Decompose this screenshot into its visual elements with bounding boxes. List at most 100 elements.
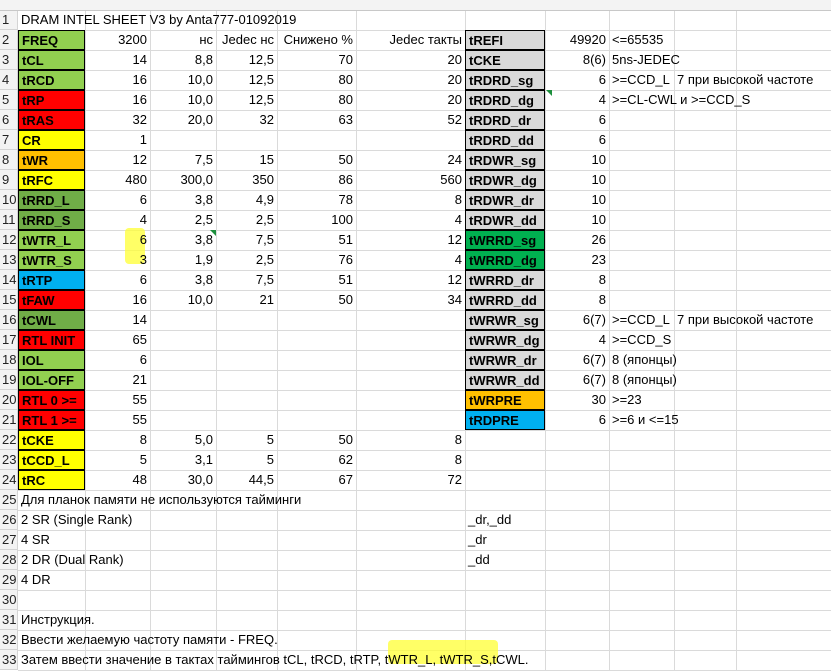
timing-label-cell[interactable]: tRDWR_dr [465, 190, 545, 210]
value-cell[interactable]: 48 [85, 470, 150, 490]
spreadsheet-grid[interactable]: 1 2 3 4 5 6 7 8 9 10 11 12 13 14 15 16 17 18 19 20 21 22 23 24 2… [0, 0, 831, 671]
value-cell[interactable]: 23 [545, 250, 609, 270]
text-cell[interactable]: Инструкция. [18, 610, 98, 630]
value-cell[interactable]: 50 [277, 430, 356, 450]
value-cell[interactable]: 10 [545, 150, 609, 170]
row-header[interactable]: 16 [0, 310, 18, 330]
text-cell[interactable]: _dr [465, 530, 490, 550]
value-cell[interactable]: 480 [85, 170, 150, 190]
value-cell[interactable]: 20 [356, 90, 465, 110]
value-cell[interactable]: 6(7) [545, 370, 609, 390]
value-cell[interactable]: 80 [277, 70, 356, 90]
value-cell[interactable]: 1 [85, 130, 150, 150]
value-cell[interactable]: 32 [85, 110, 150, 130]
value-cell[interactable]: 50 [277, 290, 356, 310]
text-cell[interactable]: 8 (японцы) [609, 370, 680, 390]
text-cell[interactable]: <=65535 [609, 30, 666, 50]
value-cell[interactable]: 6 [85, 230, 150, 250]
timing-label-cell[interactable]: CR [18, 130, 85, 150]
row-header[interactable]: 17 [0, 330, 18, 350]
row-header[interactable]: 23 [0, 450, 18, 470]
value-cell[interactable]: 10,0 [150, 290, 216, 310]
row-header[interactable]: 12 [0, 230, 18, 250]
value-cell[interactable]: 12,5 [216, 90, 277, 110]
text-cell[interactable]: 4 SR [18, 530, 53, 550]
value-cell[interactable]: 5,0 [150, 430, 216, 450]
value-cell[interactable]: 3,8 [150, 270, 216, 290]
timing-label-cell[interactable]: RTL INIT [18, 330, 85, 350]
timing-label-cell[interactable]: tWRWR_dg [465, 330, 545, 350]
text-cell[interactable]: >=CL-CWL и >=CCD_S [609, 90, 753, 110]
text-cell[interactable]: Для планок памяти не используются таймин… [18, 490, 304, 510]
value-cell[interactable]: Jedec нс [216, 30, 277, 50]
value-cell[interactable]: 20,0 [150, 110, 216, 130]
value-cell[interactable]: 8 [356, 430, 465, 450]
value-cell[interactable]: 78 [277, 190, 356, 210]
timing-label-cell[interactable]: RTL 0 >= [18, 390, 85, 410]
value-cell[interactable]: 15 [216, 150, 277, 170]
timing-label-cell[interactable]: tRDWR_sg [465, 150, 545, 170]
value-cell[interactable]: 8 [545, 290, 609, 310]
value-cell[interactable]: 52 [356, 110, 465, 130]
value-cell[interactable]: 7,5 [216, 230, 277, 250]
timing-label-cell[interactable]: tWTR_S [18, 250, 85, 270]
value-cell[interactable]: 3,1 [150, 450, 216, 470]
value-cell[interactable]: 5 [216, 450, 277, 470]
value-cell[interactable]: 63 [277, 110, 356, 130]
value-cell[interactable]: 300,0 [150, 170, 216, 190]
value-cell[interactable]: 70 [277, 50, 356, 70]
value-cell[interactable]: 8 [356, 190, 465, 210]
timing-label-cell[interactable]: tRDWR_dg [465, 170, 545, 190]
value-cell[interactable]: 7,5 [150, 150, 216, 170]
row-header[interactable]: 9 [0, 170, 18, 190]
value-cell[interactable]: 10,0 [150, 70, 216, 90]
row-header[interactable]: 29 [0, 570, 18, 590]
row-header[interactable]: 3 [0, 50, 18, 70]
row-header[interactable]: 33 [0, 650, 18, 670]
value-cell[interactable]: 4 [545, 90, 609, 110]
timing-label-cell[interactable]: tCWL [18, 310, 85, 330]
text-cell[interactable]: Затем ввести значение в тактах таймингов… [18, 650, 532, 670]
value-cell[interactable]: Jedec такты [356, 30, 465, 50]
value-cell[interactable]: 8 [545, 270, 609, 290]
value-cell[interactable]: 6(7) [545, 310, 609, 330]
value-cell[interactable]: 6(7) [545, 350, 609, 370]
text-cell[interactable]: >=6 и <=15 [609, 410, 682, 430]
value-cell[interactable]: 12 [356, 270, 465, 290]
value-cell[interactable]: 30,0 [150, 470, 216, 490]
value-cell[interactable]: 34 [356, 290, 465, 310]
value-cell[interactable]: 44,5 [216, 470, 277, 490]
row-header[interactable]: 22 [0, 430, 18, 450]
timing-label-cell[interactable]: tRDRD_sg [465, 70, 545, 90]
timing-label-cell[interactable]: tRDPRE [465, 410, 545, 430]
value-cell[interactable]: 350 [216, 170, 277, 190]
timing-label-cell[interactable]: tWRRD_dd [465, 290, 545, 310]
value-cell[interactable]: 20 [356, 50, 465, 70]
value-cell[interactable]: 5 [216, 430, 277, 450]
row-header[interactable]: 30 [0, 590, 18, 610]
text-cell[interactable]: >=CCD_L [609, 70, 673, 90]
value-cell[interactable]: 3 [85, 250, 150, 270]
timing-label-cell[interactable]: tRRD_S [18, 210, 85, 230]
value-cell[interactable]: 5 [85, 450, 150, 470]
timing-label-cell[interactable]: tCCD_L [18, 450, 85, 470]
value-cell[interactable]: 8(6) [545, 50, 609, 70]
row-header[interactable]: 1 [0, 10, 18, 30]
timing-label-cell[interactable]: IOL [18, 350, 85, 370]
value-cell[interactable]: 32 [216, 110, 277, 130]
timing-label-cell[interactable]: tRP [18, 90, 85, 110]
text-cell[interactable]: 2 SR (Single Rank) [18, 510, 135, 530]
value-cell[interactable]: 55 [85, 410, 150, 430]
cell-comment-indicator[interactable] [210, 230, 216, 236]
value-cell[interactable]: 1,9 [150, 250, 216, 270]
value-cell[interactable]: 65 [85, 330, 150, 350]
value-cell[interactable]: 6 [545, 110, 609, 130]
row-header[interactable]: 14 [0, 270, 18, 290]
row-header[interactable]: 6 [0, 110, 18, 130]
value-cell[interactable]: 4 [545, 330, 609, 350]
timing-label-cell[interactable]: tRDRD_dd [465, 130, 545, 150]
row-header[interactable]: 4 [0, 70, 18, 90]
timing-label-cell[interactable]: tREFI [465, 30, 545, 50]
value-cell[interactable]: 26 [545, 230, 609, 250]
row-header[interactable]: 20 [0, 390, 18, 410]
